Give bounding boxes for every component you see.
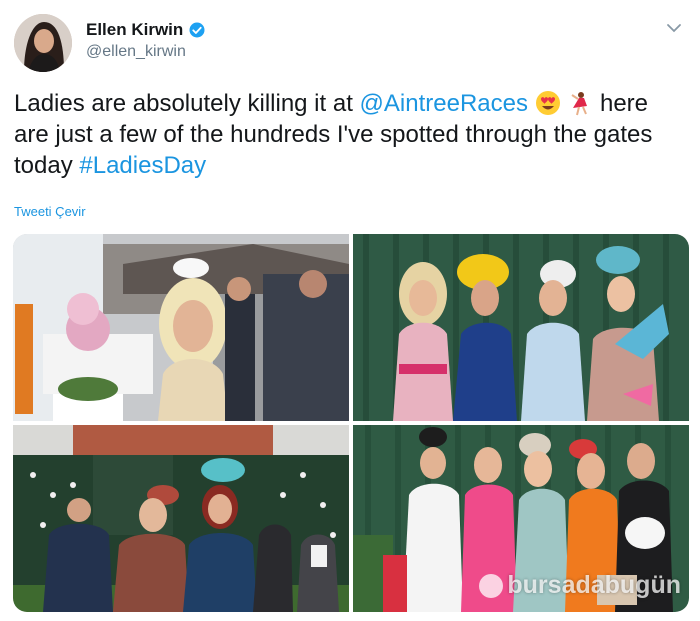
hashtag-link[interactable]: #LadiesDay	[79, 152, 206, 179]
avatar[interactable]	[14, 14, 72, 72]
photo-five-ladies-green-wall[interactable]	[353, 234, 689, 421]
translate-tweet-link[interactable]: Tweeti Çevir	[14, 204, 86, 219]
tweet-header: Ellen Kirwin @ellen_kirwin	[14, 14, 690, 72]
heart-eyes-emoji	[535, 91, 560, 115]
photo-two-ladies-floral-wall[interactable]	[13, 425, 349, 612]
photo-racegoer-white-fascinator[interactable]	[13, 234, 349, 421]
tweet-text-part1: Ladies are absolutely killing it at	[14, 90, 360, 117]
author-display-name[interactable]: Ellen Kirwin	[86, 20, 183, 40]
chevron-down-icon[interactable]	[664, 18, 684, 38]
watermark: bursadabugün	[479, 571, 681, 600]
media-grid: bursadabugün	[13, 234, 689, 612]
dancer-emoji	[571, 92, 588, 116]
watermark-text: bursadabugün	[507, 571, 681, 599]
author-handle[interactable]: @ellen_kirwin	[86, 43, 206, 61]
watermark-logo-icon	[479, 573, 504, 598]
tweet-text: Ladies are absolutely killing it at @Ain…	[14, 88, 654, 181]
photo-five-ladies-colorful-dresses[interactable]: bursadabugün	[353, 425, 689, 612]
verified-badge-icon	[189, 22, 205, 38]
avatar-image	[14, 14, 72, 72]
mention-link[interactable]: @AintreeRaces	[360, 90, 528, 117]
author-display-name-row: Ellen Kirwin	[86, 20, 206, 40]
